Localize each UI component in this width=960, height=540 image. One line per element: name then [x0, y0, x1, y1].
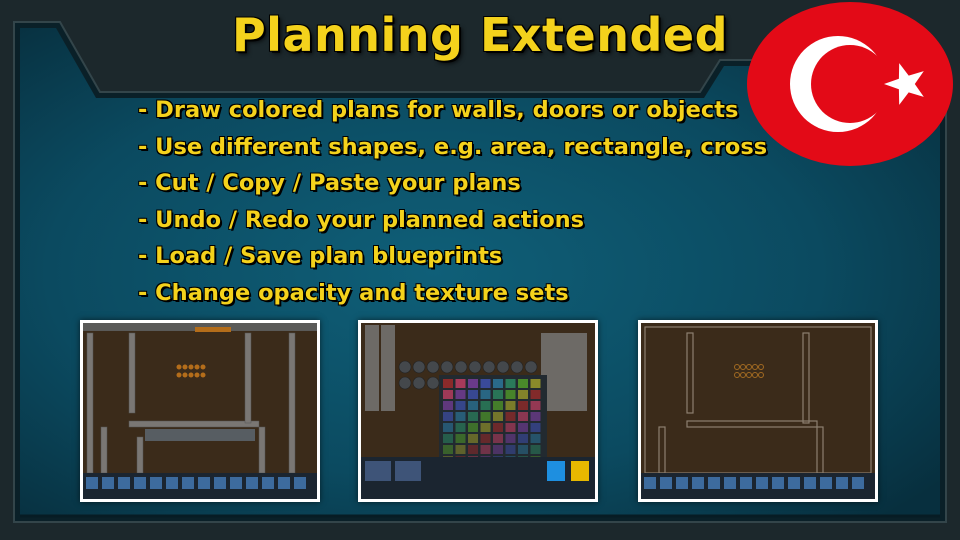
palette-swatch [480, 445, 491, 454]
palette-swatch [518, 390, 528, 399]
feature-item: - Change opacity and texture sets [138, 279, 569, 306]
palette-swatch [480, 401, 491, 410]
plan-color-palette-screenshot [358, 320, 598, 502]
palette-swatch [480, 434, 491, 443]
palette-swatch [505, 379, 516, 388]
feature-item: - Use different shapes, e.g. area, recta… [138, 133, 768, 160]
screenshot-palette-image [361, 323, 595, 499]
feature-item: - Draw colored plans for walls, doors or… [138, 97, 739, 123]
palette-swatch [443, 390, 453, 399]
palette-swatch [518, 379, 528, 388]
palette-swatch [443, 434, 453, 443]
palette-swatch [530, 401, 541, 410]
screenshot-opacity-image [641, 323, 875, 499]
palette-swatch [530, 423, 541, 432]
palette-swatch [530, 434, 541, 443]
palette-swatch [530, 390, 541, 399]
palette-swatch [468, 401, 478, 410]
palette-swatch [518, 423, 528, 432]
palette-swatch [480, 423, 491, 432]
palette-swatch [455, 423, 466, 432]
palette-swatch [518, 401, 528, 410]
palette-swatch [493, 390, 503, 399]
palette-swatch [468, 412, 478, 421]
palette-swatch [480, 390, 491, 399]
palette-swatch [455, 412, 466, 421]
palette-swatch [455, 390, 466, 399]
palette-swatch [480, 379, 491, 388]
palette-swatch [505, 390, 516, 399]
palette-swatch [518, 445, 528, 454]
palette-swatch [505, 423, 516, 432]
palette-swatch [505, 445, 516, 454]
palette-swatch [443, 412, 453, 421]
palette-swatch [443, 401, 453, 410]
palette-swatch [443, 379, 453, 388]
page-title: Planning Extended [231, 8, 729, 62]
plan-walls-screenshot [80, 320, 320, 502]
palette-swatch [455, 445, 466, 454]
palette-swatch [493, 412, 503, 421]
feature-item: - Cut / Copy / Paste your plans [138, 170, 521, 196]
screenshot-walls-image [83, 323, 317, 499]
turkey-flag-icon [747, 2, 953, 166]
palette-swatch [468, 379, 478, 388]
palette-swatch [468, 423, 478, 432]
palette-swatch [455, 379, 466, 388]
palette-swatch [505, 434, 516, 443]
palette-swatch [493, 434, 503, 443]
palette-swatch [443, 445, 453, 454]
palette-swatch [530, 379, 541, 388]
palette-swatch [455, 434, 466, 443]
palette-swatch [480, 412, 491, 421]
feature-list: - Draw colored plans for walls, doors or… [138, 92, 767, 311]
palette-swatch [468, 445, 478, 454]
palette-swatch [493, 445, 503, 454]
palette-swatch [530, 412, 541, 421]
palette-swatch [518, 412, 528, 421]
palette-swatch [455, 401, 466, 410]
palette-swatch [468, 390, 478, 399]
palette-swatch [505, 412, 516, 421]
palette-swatch [518, 434, 528, 443]
palette-swatch [468, 434, 478, 443]
palette-swatch [530, 445, 541, 454]
plan-opacity-screenshot [638, 320, 878, 502]
palette-swatch [493, 379, 503, 388]
palette-swatch [443, 423, 453, 432]
palette-swatch [493, 423, 503, 432]
palette-swatch [505, 401, 516, 410]
palette-swatch [493, 401, 503, 410]
feature-item: - Load / Save plan blueprints [138, 243, 503, 269]
feature-item: - Undo / Redo your planned actions [138, 206, 585, 233]
